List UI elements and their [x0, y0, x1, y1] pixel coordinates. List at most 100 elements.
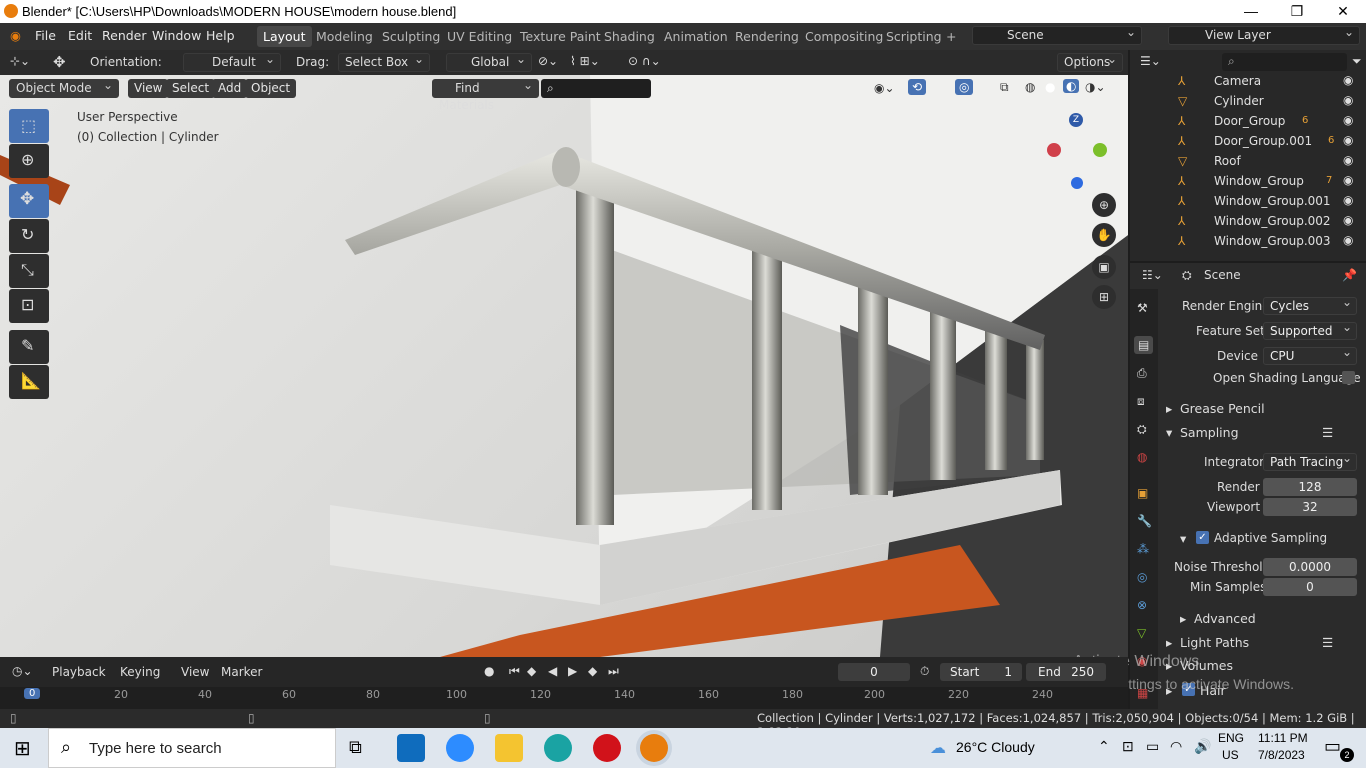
- advanced-chevron[interactable]: ▸: [1180, 611, 1186, 626]
- viewport-samples-field[interactable]: 32: [1263, 498, 1357, 516]
- options-dropdown[interactable]: Options: [1057, 51, 1123, 72]
- solid-shading-icon[interactable]: ●: [1045, 80, 1055, 94]
- object-tab-icon[interactable]: ▣: [1137, 486, 1148, 500]
- windows-start-icon[interactable]: ⊞: [14, 736, 31, 761]
- close-button[interactable]: ✕: [1320, 0, 1366, 23]
- tool-tab-icon[interactable]: ⚒: [1137, 301, 1148, 315]
- gizmo-toggle-icon[interactable]: ⟲: [908, 79, 927, 95]
- move-tool[interactable]: ✥: [9, 184, 49, 218]
- render-samples-field[interactable]: 128: [1263, 478, 1357, 496]
- eye-icon[interactable]: ◉: [1343, 173, 1353, 187]
- jump-end-icon[interactable]: ⏭: [608, 664, 619, 679]
- next-keyframe-icon[interactable]: ◆: [588, 664, 597, 678]
- camera-view-icon[interactable]: ▣: [1092, 255, 1116, 279]
- advanced-panel[interactable]: Advanced: [1194, 611, 1256, 626]
- volume-icon[interactable]: 🔊: [1194, 738, 1211, 755]
- render-engine-dropdown[interactable]: Cycles: [1263, 294, 1357, 315]
- material-shading-icon[interactable]: ◐: [1063, 79, 1080, 93]
- pan-hand-icon[interactable]: ✋: [1092, 223, 1116, 247]
- transform-orientation-dropdown[interactable]: Global: [446, 51, 532, 72]
- object-menu[interactable]: Object: [245, 79, 297, 98]
- view-layer-selector[interactable]: View Layer: [1168, 24, 1360, 45]
- find-materials-dropdown[interactable]: Find Materials: [432, 77, 539, 112]
- data-tab-icon[interactable]: ▽: [1137, 626, 1146, 640]
- osl-checkbox[interactable]: [1342, 371, 1355, 384]
- gizmo-y-axis[interactable]: [1093, 143, 1107, 157]
- transform-tool[interactable]: ⊡: [9, 289, 49, 323]
- adaptive-sampling-chevron[interactable]: ▾: [1180, 531, 1186, 546]
- network-icon[interactable]: ⊡: [1122, 738, 1134, 755]
- task-view-icon[interactable]: ⧉: [349, 737, 362, 758]
- zoom-app-icon[interactable]: [446, 734, 474, 762]
- menu-render[interactable]: Render: [102, 28, 147, 43]
- timeline-editor-icon[interactable]: ◷⌄: [12, 664, 33, 678]
- weather-text[interactable]: 26°C Cloudy: [956, 739, 1035, 755]
- material-search-input[interactable]: ⌕: [541, 79, 651, 98]
- light-paths-chevron[interactable]: ▸: [1166, 635, 1172, 650]
- perspective-grid-icon[interactable]: ⊞: [1092, 285, 1116, 309]
- blender-menu-icon[interactable]: ◉: [10, 28, 21, 43]
- noise-threshold-field[interactable]: 0.0000: [1263, 558, 1357, 576]
- presets-list-icon[interactable]: ☰: [1322, 425, 1333, 440]
- eye-icon[interactable]: ◉: [1343, 73, 1353, 87]
- view-menu[interactable]: View: [128, 79, 169, 98]
- outliner-editor-icon[interactable]: ☰⌄: [1140, 54, 1161, 68]
- select-menu[interactable]: Select: [166, 79, 216, 98]
- minimize-button[interactable]: —: [1228, 0, 1274, 23]
- particles-tab-icon[interactable]: ⁂: [1137, 542, 1149, 556]
- eye-icon[interactable]: ◉: [1343, 133, 1353, 147]
- blender-taskbar-icon[interactable]: [640, 734, 668, 762]
- lang-primary[interactable]: ENG: [1218, 731, 1244, 745]
- outliner-item[interactable]: ▽ Roof ◉: [1178, 151, 1364, 171]
- menu-file[interactable]: File: [35, 28, 56, 43]
- play-reverse-icon[interactable]: ◀: [548, 664, 557, 678]
- tab-compositing[interactable]: Compositing: [799, 26, 889, 47]
- outliner-item[interactable]: ⅄ Door_Group.001 6 ◉: [1178, 131, 1364, 151]
- tab-rendering[interactable]: Rendering: [729, 26, 805, 47]
- outliner-item[interactable]: ▽ Cylinder ◉: [1178, 91, 1364, 111]
- eye-icon[interactable]: ◉: [1343, 193, 1353, 207]
- outliner-item[interactable]: ⅄ Window_Group.001 ◉: [1178, 191, 1364, 211]
- world-tab-icon[interactable]: ◍: [1137, 450, 1147, 464]
- playback-menu[interactable]: Playback: [52, 665, 106, 679]
- cursor-tool[interactable]: ⊕: [9, 144, 49, 178]
- measure-tool[interactable]: 📐: [9, 365, 49, 399]
- view-menu-timeline[interactable]: View: [181, 665, 209, 679]
- editor-type-icon[interactable]: ⊹⌄: [10, 54, 30, 68]
- gizmo-z-axis[interactable]: Z: [1069, 113, 1083, 127]
- marker-menu[interactable]: Marker: [221, 665, 262, 679]
- clock-date[interactable]: 7/8/2023: [1258, 748, 1305, 762]
- playhead[interactable]: 0: [24, 688, 41, 699]
- edge-browser-icon[interactable]: [544, 734, 572, 762]
- 3d-viewport[interactable]: Object Mode View Select Add Object Find …: [0, 75, 1128, 657]
- opera-browser-icon[interactable]: [593, 734, 621, 762]
- notification-icon[interactable]: ▭: [1324, 736, 1341, 757]
- outliner-search-input[interactable]: ⌕: [1222, 53, 1347, 71]
- scale-tool[interactable]: ⤡: [9, 254, 49, 288]
- pivot-icon[interactable]: ⊘⌄: [538, 54, 558, 68]
- outliner-item[interactable]: ⅄ Window_Group.002 ◉: [1178, 211, 1364, 231]
- modifier-tab-icon[interactable]: 🔧: [1137, 514, 1152, 528]
- feature-set-dropdown[interactable]: Supported: [1263, 319, 1357, 340]
- play-icon[interactable]: ▶: [568, 664, 577, 678]
- tab-shading[interactable]: Shading: [598, 26, 661, 47]
- end-frame-field[interactable]: End 250: [1026, 663, 1106, 681]
- integrator-dropdown[interactable]: Path Tracing: [1263, 450, 1357, 471]
- move-tool-icon[interactable]: ✥: [53, 53, 66, 71]
- eye-icon[interactable]: ◉: [1343, 153, 1353, 167]
- add-menu[interactable]: Add: [212, 79, 248, 98]
- drag-dropdown[interactable]: Select Box: [338, 51, 430, 72]
- wireframe-shading-icon[interactable]: ◍: [1025, 80, 1035, 94]
- lang-secondary[interactable]: US: [1222, 748, 1239, 762]
- outliner-item[interactable]: ⅄ Window_Group 7 ◉: [1178, 171, 1364, 191]
- record-icon[interactable]: ●: [484, 664, 494, 678]
- pin-icon[interactable]: 📌: [1342, 268, 1357, 282]
- add-workspace-button[interactable]: +: [940, 26, 962, 47]
- tray-expand-icon[interactable]: ⌃: [1098, 738, 1110, 755]
- navigation-gizmo[interactable]: Z: [1045, 113, 1107, 189]
- properties-editor-icon[interactable]: ☷⌄: [1142, 268, 1163, 282]
- render-tab-icon[interactable]: ▤: [1134, 336, 1154, 354]
- tab-scripting[interactable]: Scripting: [880, 26, 948, 47]
- mode-dropdown[interactable]: Object Mode: [9, 77, 119, 98]
- outliner-item[interactable]: ⅄ Window_Group.003 ◉: [1178, 231, 1364, 251]
